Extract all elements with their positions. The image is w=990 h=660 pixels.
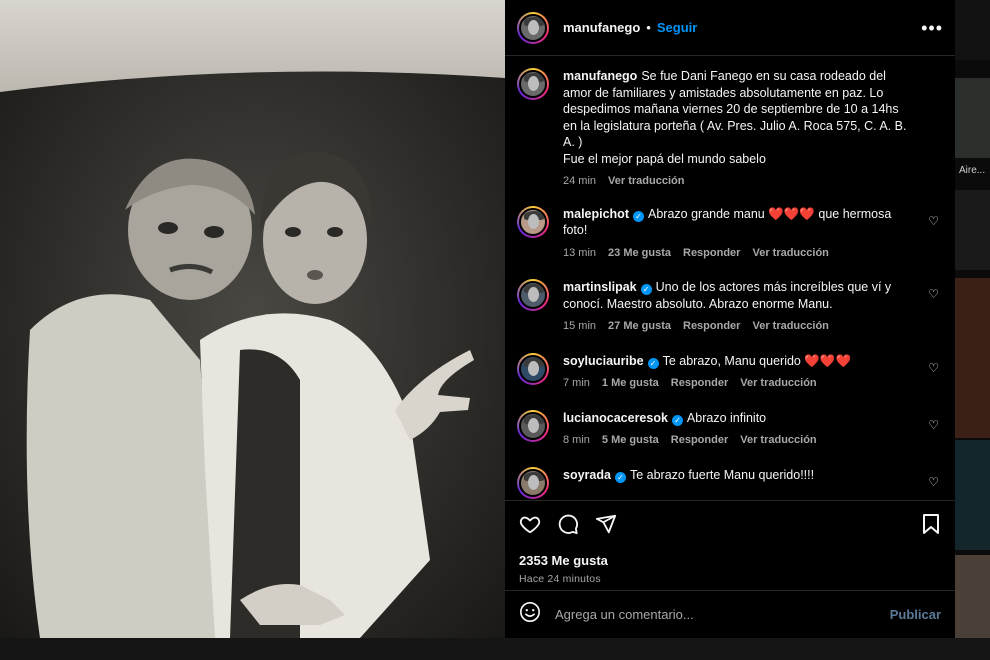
commenter-avatar[interactable] <box>517 352 549 385</box>
comment-username[interactable]: soyrada <box>563 468 611 482</box>
verified-badge-icon: ✓ <box>640 284 652 295</box>
comment-item: soyrada ✓ Te abrazo fuerte Manu querido!!!… <box>517 466 943 499</box>
reply-link[interactable]: Responder <box>683 245 740 262</box>
background-feed: Aire... <box>955 0 990 660</box>
comment-likes[interactable]: 5 Me gusta <box>602 432 659 449</box>
comment-time[interactable]: 8 min <box>563 432 590 449</box>
add-comment-bar: Publicar <box>505 590 955 638</box>
comment-input[interactable] <box>555 607 890 622</box>
post-actions: 2353 Me gusta Hace 24 minutos Publicar <box>505 500 955 638</box>
emoji-icon[interactable] <box>519 601 541 628</box>
translate-link[interactable]: Ver traducción <box>740 432 816 449</box>
comment-item: soyluciauribe ✓ Te abrazo, Manu querido ❤️… <box>517 352 943 392</box>
caption-avatar[interactable] <box>517 68 549 100</box>
comment-username[interactable]: malepichot <box>563 207 629 221</box>
verified-badge-icon: ✓ <box>614 471 626 483</box>
comments-list[interactable]: manufanego Se fue Dani Fanego en su casa … <box>505 56 955 500</box>
reply-link[interactable]: Responder <box>683 318 740 335</box>
header-separator: • <box>646 20 651 35</box>
comment-likes[interactable]: 23 Me gusta <box>608 245 671 262</box>
comment-like-heart-icon[interactable]: ♡ <box>928 475 939 489</box>
follow-button[interactable]: Seguir <box>657 20 697 35</box>
translate-link[interactable]: Ver traducción <box>740 375 816 392</box>
commenter-avatar[interactable] <box>517 409 549 442</box>
comment-item: martinslipak ✓ Uno de los actores más incr… <box>517 279 943 335</box>
send-icon[interactable] <box>595 513 617 535</box>
comment-item: lucianocaceresok ✓ Abrazo infinito 8 min 5… <box>517 409 943 449</box>
commenter-avatar[interactable] <box>517 466 549 499</box>
caption-time[interactable]: 24 min <box>563 173 596 190</box>
comment-icon[interactable] <box>557 513 579 535</box>
comment-username[interactable]: soyluciauribe <box>563 354 644 368</box>
comment-username[interactable]: martinslipak <box>563 280 637 294</box>
background-feed-bottom <box>0 638 990 660</box>
post-modal: manufanego • Seguir ••• manufanego Se fue… <box>0 0 955 638</box>
comment-likes[interactable]: 1 Me gusta <box>602 375 659 392</box>
commenter-avatar[interactable] <box>517 205 549 238</box>
bookmark-icon[interactable] <box>921 513 941 540</box>
comment-time[interactable]: 7 min <box>563 375 590 392</box>
comment-like-heart-icon[interactable]: ♡ <box>928 418 939 432</box>
publish-button[interactable]: Publicar <box>890 607 941 622</box>
post-image <box>0 0 505 638</box>
comment-likes[interactable]: 27 Me gusta <box>608 318 671 335</box>
comment-text: Te abrazo fuerte Manu querido!!!! <box>629 467 815 482</box>
verified-badge-icon: ✓ <box>671 414 683 426</box>
comment-item: malepichot ✓ Abrazo grande manu ❤️❤️❤️ que… <box>517 205 943 262</box>
post-side-panel: manufanego • Seguir ••• manufanego Se fue… <box>505 0 955 638</box>
comment-like-heart-icon[interactable]: ♡ <box>928 287 939 301</box>
comment-like-heart-icon[interactable]: ♡ <box>928 214 939 228</box>
comment-time[interactable]: 15 min <box>563 318 596 335</box>
caption-translate-link[interactable]: Ver traducción <box>608 173 684 190</box>
caption: manufanego Se fue Dani Fanego en su casa … <box>517 68 943 190</box>
post-photo[interactable] <box>0 0 505 638</box>
posted-time: Hace 24 minutos <box>519 573 601 585</box>
comment-username[interactable]: lucianocaceresok <box>563 411 668 425</box>
author-avatar[interactable] <box>517 11 549 44</box>
comment-text: Abrazo infinito <box>686 410 767 425</box>
comment-like-heart-icon[interactable]: ♡ <box>928 361 939 375</box>
like-count[interactable]: 2353 Me gusta <box>519 553 941 568</box>
caption-text: Se fue Dani Fanego en su casa rodeado de… <box>563 69 907 166</box>
reply-link[interactable]: Responder <box>671 375 728 392</box>
heart-icon[interactable] <box>519 513 541 535</box>
author-username[interactable]: manufanego <box>563 20 640 35</box>
verified-badge-icon: ✓ <box>647 357 659 369</box>
comment-time[interactable]: 13 min <box>563 245 596 262</box>
translate-link[interactable]: Ver traducción <box>752 245 828 262</box>
reply-link[interactable]: Responder <box>671 432 728 449</box>
verified-badge-icon: ✓ <box>633 210 644 222</box>
translate-link[interactable]: Ver traducción <box>752 318 828 335</box>
caption-username[interactable]: manufanego <box>563 69 637 83</box>
background-feed-text: Aire... <box>959 165 986 176</box>
comment-text: Te abrazo, Manu querido ❤️❤️❤️ <box>662 353 852 368</box>
post-header: manufanego • Seguir ••• <box>505 0 955 56</box>
commenter-avatar[interactable] <box>517 279 549 311</box>
more-options-icon[interactable]: ••• <box>921 19 943 37</box>
